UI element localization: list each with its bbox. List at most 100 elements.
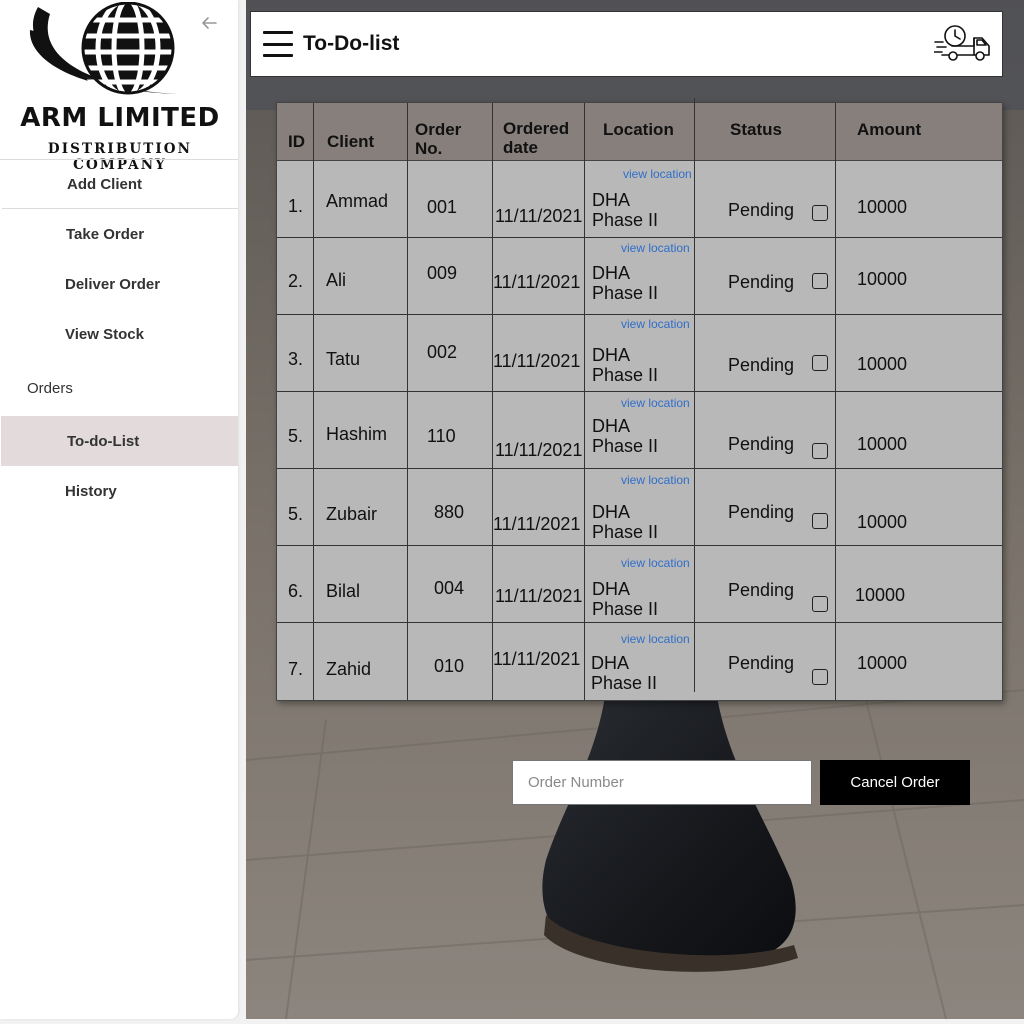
cell-location-line2: Phase II xyxy=(592,365,659,385)
view-location-link[interactable]: view location xyxy=(621,241,690,255)
cell-location-line2: Phase II xyxy=(592,283,659,303)
sidebar: ARM LIMITED DISTRIBUTION COMPANY Add Cli… xyxy=(0,0,238,1019)
cell-order-no: 002 xyxy=(427,342,458,362)
hamburger-menu-icon[interactable] xyxy=(263,31,293,57)
cell-amount: 10000 xyxy=(855,585,906,605)
view-location-link[interactable]: view location xyxy=(621,556,690,570)
header-amount: Amount xyxy=(857,120,922,139)
header-location: Location xyxy=(603,120,674,139)
cell-location-line1: DHA xyxy=(592,579,631,599)
status-checkbox[interactable] xyxy=(812,205,828,221)
sidebar-group-orders[interactable]: Orders xyxy=(0,363,238,413)
cell-amount: 10000 xyxy=(857,269,908,289)
cell-amount: 10000 xyxy=(857,653,908,673)
cell-location-line1: DHA xyxy=(591,653,630,673)
brand-name: ARM LIMITED xyxy=(20,103,220,133)
status-checkbox[interactable] xyxy=(812,273,828,289)
delivery-truck-icon xyxy=(934,25,990,61)
cell-location-line2: Phase II xyxy=(592,522,659,542)
header-id: ID xyxy=(288,132,305,151)
cell-order-no: 880 xyxy=(434,502,465,522)
cell-order-no: 001 xyxy=(427,197,458,217)
sidebar-group-label: Orders xyxy=(27,379,73,397)
arrow-left-icon xyxy=(202,17,217,29)
cell-status: Pending xyxy=(728,502,795,522)
sidebar-item-add-client[interactable]: Add Client xyxy=(0,159,238,209)
sidebar-item-label: To-do-List xyxy=(67,432,140,450)
cell-client: Bilal xyxy=(326,581,361,601)
order-number-input[interactable] xyxy=(512,760,812,805)
view-location-link[interactable]: view location xyxy=(621,317,690,331)
cell-date: 11/11/2021 xyxy=(493,649,581,669)
table-header: ID Client Order No. Ordered date Locatio… xyxy=(277,103,1002,161)
table-row: 3. Tatu 002 11/11/2021 view location DHA… xyxy=(277,315,1002,392)
status-checkbox[interactable] xyxy=(812,669,828,685)
table-row: 6. Bilal 004 11/11/2021 view location DH… xyxy=(277,546,1002,623)
cell-location-line1: DHA xyxy=(592,416,631,436)
header-ordered-date: Ordered date xyxy=(503,119,570,157)
cell-id: 2. xyxy=(288,271,304,291)
cell-status: Pending xyxy=(728,200,795,220)
header-client: Client xyxy=(327,132,375,151)
orders-table: ID Client Order No. Ordered date Locatio… xyxy=(276,98,1003,701)
view-location-link[interactable]: view location xyxy=(621,473,690,487)
status-checkbox[interactable] xyxy=(812,596,828,612)
table-row: 5. Hashim 110 11/11/2021 view location D… xyxy=(277,392,1002,469)
cell-order-no: 004 xyxy=(434,578,465,598)
cell-amount: 10000 xyxy=(857,354,908,374)
cell-date: 11/11/2021 xyxy=(493,514,581,534)
cell-client: Hashim xyxy=(326,424,388,444)
cell-order-no: 009 xyxy=(427,263,458,283)
cell-client: Ammad xyxy=(326,191,389,211)
cell-id: 1. xyxy=(288,196,304,216)
cell-client: Tatu xyxy=(326,349,361,369)
status-checkbox[interactable] xyxy=(812,443,828,459)
cell-location-line2: Phase II xyxy=(592,436,659,456)
sidebar-item-take-order[interactable]: Take Order xyxy=(0,209,238,259)
cell-date: 11/11/2021 xyxy=(495,586,583,606)
table-row: 5. Zubair 880 11/11/2021 view location D… xyxy=(277,469,1002,546)
cancel-order-button[interactable]: Cancel Order xyxy=(820,760,970,805)
cell-status: Pending xyxy=(728,580,795,600)
view-location-link[interactable]: view location xyxy=(623,167,692,181)
cell-id: 6. xyxy=(288,581,304,601)
cell-location-line1: DHA xyxy=(592,190,631,210)
cell-date: 11/11/2021 xyxy=(493,351,581,371)
cell-id: 5. xyxy=(288,426,304,446)
cell-location-line2: Phase II xyxy=(591,673,658,693)
view-location-link[interactable]: view location xyxy=(621,396,690,410)
sidebar-item-label: Add Client xyxy=(67,175,142,193)
cell-location-line1: DHA xyxy=(592,345,631,365)
sidebar-item-history[interactable]: History xyxy=(0,466,238,516)
header-status: Status xyxy=(730,120,782,139)
status-checkbox[interactable] xyxy=(812,513,828,529)
sidebar-item-label: View Stock xyxy=(65,325,144,343)
table-row: 2. Ali 009 11/11/2021 view location DHA … xyxy=(277,238,1002,315)
cell-status: Pending xyxy=(728,653,795,673)
cell-client: Ali xyxy=(326,270,347,290)
globe-logo-icon xyxy=(29,2,180,98)
sidebar-item-to-do-list[interactable]: To-do-List xyxy=(1,416,238,466)
cell-location-line1: DHA xyxy=(592,502,631,522)
sidebar-item-deliver-order[interactable]: Deliver Order xyxy=(0,259,238,309)
cell-status: Pending xyxy=(728,272,795,292)
view-location-link[interactable]: view location xyxy=(621,632,690,646)
cell-status: Pending xyxy=(728,434,795,454)
cell-id: 3. xyxy=(288,349,304,369)
header-order-no: Order No. xyxy=(415,120,462,158)
cell-id: 5. xyxy=(288,504,304,524)
status-checkbox[interactable] xyxy=(812,355,828,371)
cell-amount: 10000 xyxy=(857,197,908,217)
sidebar-item-view-stock[interactable]: View Stock xyxy=(0,309,238,359)
cell-date: 11/11/2021 xyxy=(493,272,581,292)
top-bar: To-Do-list xyxy=(250,11,1003,77)
page-title: To-Do-list xyxy=(303,32,400,55)
cell-amount: 10000 xyxy=(857,434,908,454)
cell-order-no: 010 xyxy=(434,656,465,676)
cell-amount: 10000 xyxy=(857,512,908,532)
main-content: To-Do-list ID Client Order No. Ordered d… xyxy=(246,0,1024,1019)
cell-date: 11/11/2021 xyxy=(495,440,583,460)
table-row: 7. Zahid 010 11/11/2021 view location DH… xyxy=(277,623,1002,700)
cell-order-no: 110 xyxy=(427,426,456,446)
collapse-sidebar-button[interactable] xyxy=(198,12,220,34)
